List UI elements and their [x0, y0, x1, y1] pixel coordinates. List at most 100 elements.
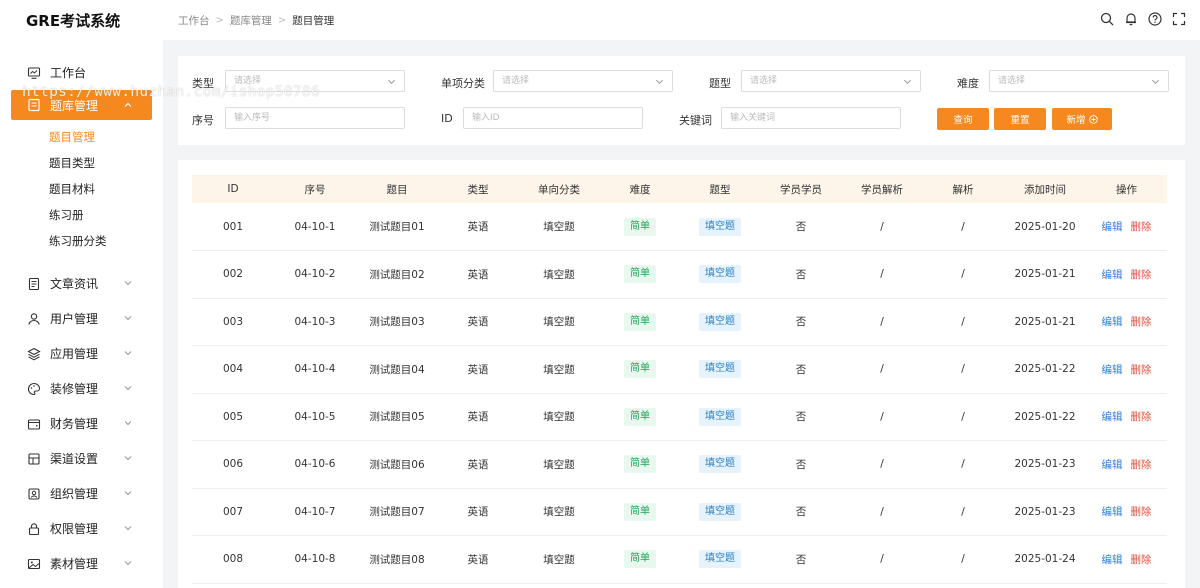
submenu-item-workbook[interactable]: 练习册: [0, 202, 163, 228]
sidebar-item-workbench[interactable]: 工作台: [0, 55, 163, 90]
type-select[interactable]: 请选择: [225, 70, 405, 92]
reset-button[interactable]: 重置: [994, 108, 1046, 130]
wallet-icon: [27, 417, 41, 431]
edit-link[interactable]: 编辑: [1102, 269, 1123, 281]
cell-date: 2025-01-21: [1014, 315, 1076, 328]
delete-link[interactable]: 删除: [1131, 411, 1152, 423]
bell-icon[interactable]: [1124, 12, 1138, 26]
delete-link[interactable]: 删除: [1131, 554, 1152, 566]
cell-title: 测试题目06: [369, 458, 425, 471]
edit-link[interactable]: 编辑: [1102, 554, 1123, 566]
help-icon[interactable]: [1148, 12, 1162, 26]
delete-link[interactable]: 删除: [1131, 364, 1152, 376]
question-type-badge: 填空题: [699, 312, 741, 331]
document-icon: [27, 277, 41, 291]
fullscreen-icon[interactable]: [1172, 12, 1186, 26]
sidebar-item-question-bank[interactable]: 题库管理: [11, 90, 152, 120]
cell-category: 填空题: [543, 221, 575, 233]
difficulty-badge: 简单: [624, 502, 656, 521]
cell-qtype: 填空题: [680, 298, 760, 346]
sidebar-item-materials[interactable]: 素材管理: [0, 546, 163, 581]
edit-link[interactable]: 编辑: [1102, 364, 1123, 376]
cell-qtype: 填空题: [680, 203, 760, 251]
sidebar-item-channels[interactable]: 渠道设置: [0, 441, 163, 476]
cell-type: 英语: [467, 316, 489, 329]
seq-input[interactable]: 输入序号: [225, 107, 405, 129]
sidebar-item-label: 渠道设置: [50, 452, 99, 466]
cell-type: 英语: [467, 221, 489, 233]
single-category-select[interactable]: 请选择: [493, 70, 673, 92]
table-row: 006 04-10-6 测试题目06 英语 填空题 简单 填空题 否 / / 2025-01-23 编…: [192, 441, 1167, 488]
delete-link[interactable]: 删除: [1131, 269, 1152, 281]
edit-link[interactable]: 编辑: [1102, 506, 1123, 518]
submenu-item-question-type[interactable]: 题目类型: [0, 150, 163, 176]
single-category-label: 单项分类: [441, 77, 485, 90]
add-button[interactable]: 新增: [1052, 108, 1112, 130]
submenu-item-workbook-category[interactable]: 练习册分类: [0, 228, 163, 254]
column-header: 学员学员: [780, 183, 822, 196]
sidebar-item-label: 组织管理: [50, 487, 99, 501]
cell-student-analysis: /: [880, 505, 884, 518]
app-title: GRE考试系统: [26, 11, 121, 30]
cell-difficulty: 简单: [600, 251, 680, 299]
sidebar-item-label: 工作台: [50, 66, 87, 80]
breadcrumb-item-workbench[interactable]: 工作台: [178, 13, 210, 28]
cell-analysis: /: [961, 220, 965, 233]
column-header: 题目: [386, 183, 408, 196]
sidebar-item-finance[interactable]: 财务管理: [0, 406, 163, 441]
difficulty-select[interactable]: 请选择: [989, 70, 1169, 92]
palette-icon: [27, 382, 41, 396]
question-type-placeholder: 请选择: [750, 76, 778, 86]
question-type-badge: 填空题: [699, 455, 741, 474]
sidebar-item-apps[interactable]: 应用管理: [0, 336, 163, 371]
delete-link[interactable]: 删除: [1131, 316, 1152, 328]
edit-link[interactable]: 编辑: [1102, 221, 1123, 233]
cell-qtype: 填空题: [680, 536, 760, 584]
cell-seq: 04-10-2: [294, 268, 336, 281]
id-placeholder: 输入ID: [472, 113, 500, 123]
edit-link[interactable]: 编辑: [1102, 411, 1123, 423]
cell-student: 否: [795, 268, 807, 281]
sidebar-item-decoration[interactable]: 装修管理: [0, 371, 163, 406]
table-header: ID 序号 题目 类型 单向分类 难度 题型 学员学员 学员解析 解析 添加时间 操作: [192, 175, 1167, 203]
query-button-label: 查询: [953, 115, 973, 126]
column-header: 学员解析: [861, 183, 903, 196]
sidebar-item-users[interactable]: 用户管理: [0, 301, 163, 336]
submenu-item-question-manage[interactable]: 题目管理: [0, 124, 163, 150]
cell-student-analysis: /: [880, 553, 884, 566]
cell-category: 填空题: [543, 316, 575, 329]
cell-date: 2025-01-20: [1014, 220, 1076, 233]
column-header: 解析: [952, 183, 974, 196]
sidebar-item-articles[interactable]: 文章资讯: [0, 266, 163, 301]
breadcrumb-item-bank[interactable]: 题库管理: [230, 13, 272, 28]
chevron-up-icon: [124, 102, 132, 107]
cell-category: 填空题: [543, 268, 575, 281]
cell-student-analysis: /: [880, 458, 884, 471]
search-icon[interactable]: [1100, 12, 1114, 26]
keyword-placeholder: 输入关键词: [730, 113, 776, 123]
sidebar-item-organization[interactable]: 组织管理: [0, 476, 163, 511]
edit-link[interactable]: 编辑: [1102, 316, 1123, 328]
delete-link[interactable]: 删除: [1131, 459, 1152, 471]
sidebar-item-label: 文章资讯: [50, 277, 99, 291]
cell-date: 2025-01-23: [1014, 458, 1076, 471]
sidebar-item-permissions[interactable]: 权限管理: [0, 511, 163, 546]
cell-analysis: /: [961, 363, 965, 376]
chevron-down-icon: [124, 526, 132, 531]
cell-difficulty: 简单: [600, 488, 680, 536]
keyword-input[interactable]: 输入关键词: [721, 107, 901, 129]
submenu-item-question-material[interactable]: 题目材料: [0, 176, 163, 202]
edit-link[interactable]: 编辑: [1102, 459, 1123, 471]
delete-link[interactable]: 删除: [1131, 221, 1152, 233]
cell-student: 否: [795, 553, 807, 566]
delete-link[interactable]: 删除: [1131, 506, 1152, 518]
question-type-select[interactable]: 请选择: [741, 70, 921, 92]
id-input[interactable]: 输入ID: [463, 107, 643, 129]
chevron-down-icon: [655, 79, 664, 85]
question-type-badge: 填空题: [699, 360, 741, 379]
cell-qtype: 填空题: [680, 393, 760, 441]
cell-student-analysis: /: [880, 315, 884, 328]
cell-type: 英语: [467, 268, 489, 281]
query-button[interactable]: 查询: [937, 108, 989, 130]
type-filter-label: 类型: [192, 77, 214, 90]
